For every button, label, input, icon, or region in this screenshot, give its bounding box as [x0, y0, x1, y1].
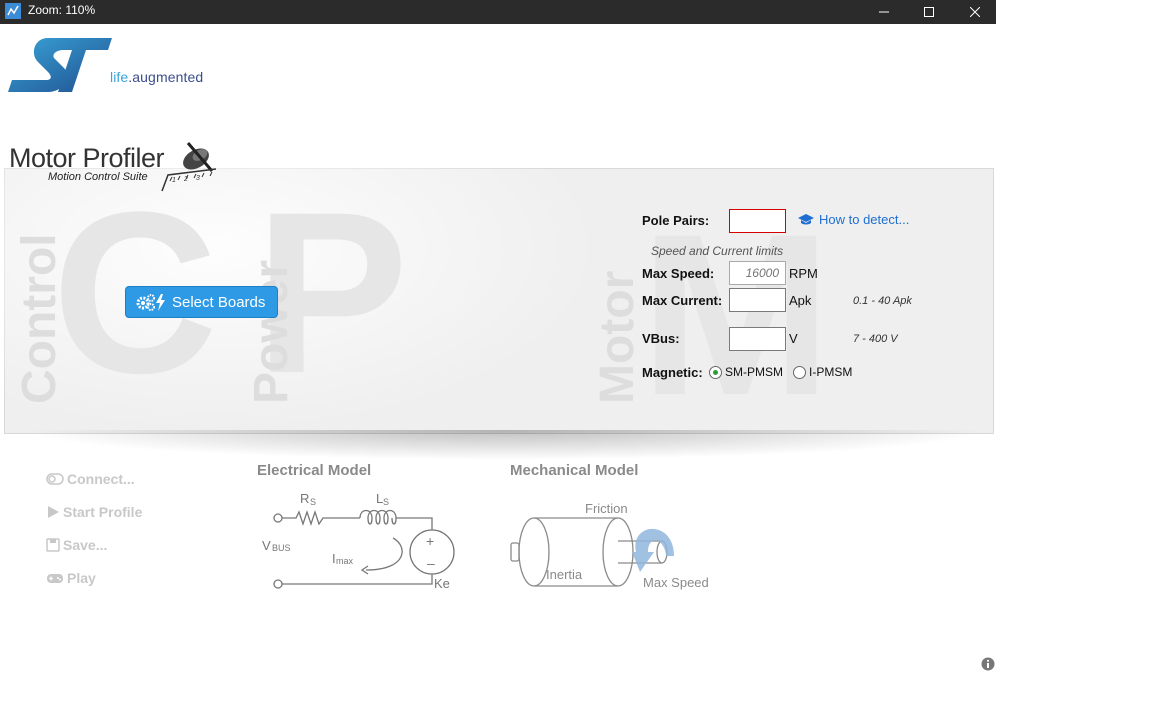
- connect-label: Connect...: [67, 471, 135, 487]
- toggle-icon: [46, 473, 64, 485]
- svg-text:2: 2: [183, 176, 188, 183]
- minimize-icon: [879, 11, 889, 13]
- vbus-input[interactable]: [729, 327, 786, 351]
- max-speed-unit: RPM: [789, 266, 818, 281]
- ke-label: Ke: [434, 576, 450, 591]
- ls-subscript: S: [383, 497, 389, 507]
- app-title: Motor Profiler: [9, 143, 165, 173]
- magnetic-label: Magnetic:: [642, 365, 703, 380]
- play-icon: [48, 506, 59, 518]
- ghost-word-motor: Motor: [591, 270, 644, 404]
- mechanical-model-title: Mechanical Model: [510, 462, 639, 479]
- select-boards-button[interactable]: Select Boards: [125, 286, 278, 318]
- limits-heading: Speed and Current limits: [651, 244, 784, 258]
- max-speed-label: Max Speed:: [642, 266, 715, 281]
- pole-pairs-input[interactable]: [729, 209, 786, 233]
- mechanical-model-diagram: Friction Inertia Max Speed: [510, 501, 709, 590]
- max-speed-input[interactable]: [729, 261, 786, 285]
- gamepad-icon: [47, 574, 63, 583]
- main-window: Zoom: 110% life.augmented C P M Control …: [0, 0, 996, 675]
- save-label: Save...: [63, 537, 108, 553]
- rs-label: R: [300, 491, 309, 506]
- minus-sign: –: [427, 555, 435, 571]
- rs-subscript: S: [310, 497, 316, 507]
- friction-label: Friction: [585, 501, 628, 516]
- play-button[interactable]: Play: [46, 570, 96, 586]
- gears-bolt-icon: [136, 294, 165, 311]
- electrical-model-title: Electrical Model: [257, 462, 372, 479]
- start-profile-button[interactable]: Start Profile: [46, 504, 142, 520]
- select-boards-label: Select Boards: [172, 293, 266, 311]
- save-button[interactable]: Save...: [46, 537, 107, 553]
- vbus-subscript: BUS: [272, 543, 291, 553]
- tagline-suffix: .augmented: [128, 69, 204, 85]
- tagline-prefix: life: [110, 69, 129, 85]
- max-current-input[interactable]: [729, 288, 786, 312]
- maximize-button[interactable]: [906, 0, 952, 24]
- info-icon[interactable]: [981, 657, 995, 671]
- plus-sign: +: [426, 533, 434, 549]
- svg-text:1: 1: [172, 177, 176, 184]
- app-subtitle: Motion Control Suite: [48, 171, 148, 183]
- window-title: Zoom: 110%: [28, 3, 96, 17]
- play-label: Play: [67, 570, 96, 586]
- graduation-cap-icon: [798, 213, 814, 224]
- panel-shadow: [20, 430, 990, 460]
- radio-i-pmsm-label[interactable]: I-PMSM: [809, 365, 852, 379]
- ghost-letter-m: M: [640, 186, 832, 443]
- inertia-label: Inertia: [546, 567, 583, 582]
- vbus-unit: V: [789, 331, 798, 346]
- connect-button[interactable]: Connect...: [46, 471, 135, 487]
- radio-sm-pmsm[interactable]: [709, 366, 722, 379]
- title-bar: Zoom: 110%: [0, 0, 996, 24]
- close-icon: [970, 7, 980, 17]
- brand-tagline: life.augmented: [110, 69, 203, 85]
- pole-pairs-label: Pole Pairs:: [642, 213, 710, 228]
- ghost-word-power: Power: [245, 259, 298, 404]
- ghost-word-control: Control: [13, 233, 66, 404]
- floppy-disk-icon: [46, 538, 60, 552]
- vbus-label-diagram: V: [262, 538, 271, 553]
- st-logo: [8, 38, 112, 92]
- radio-i-pmsm[interactable]: [793, 366, 806, 379]
- app-icon: [5, 3, 21, 19]
- maximize-icon: [924, 7, 934, 17]
- max-speed-diagram-label: Max Speed: [643, 575, 709, 590]
- max-current-unit: Apk: [789, 293, 812, 308]
- how-to-detect-link[interactable]: How to detect...: [798, 212, 909, 227]
- radio-sm-pmsm-label[interactable]: SM-PMSM: [725, 365, 783, 379]
- svg-text:3: 3: [196, 175, 200, 182]
- minimize-button[interactable]: [861, 0, 907, 24]
- motor-icon: 1 2 3: [161, 142, 217, 192]
- vbus-label: VBus:: [642, 331, 680, 346]
- imax-subscript: max: [336, 556, 354, 566]
- how-to-detect-label: How to detect...: [819, 212, 910, 227]
- max-current-label: Max Current:: [642, 293, 723, 308]
- close-button[interactable]: [952, 0, 998, 24]
- electrical-model-diagram: R S L S V BUS I max + – Ke: [262, 491, 455, 591]
- vbus-range: 7 - 400 V: [853, 333, 898, 345]
- max-current-range: 0.1 - 40 Apk: [853, 295, 912, 307]
- start-profile-label: Start Profile: [63, 504, 143, 520]
